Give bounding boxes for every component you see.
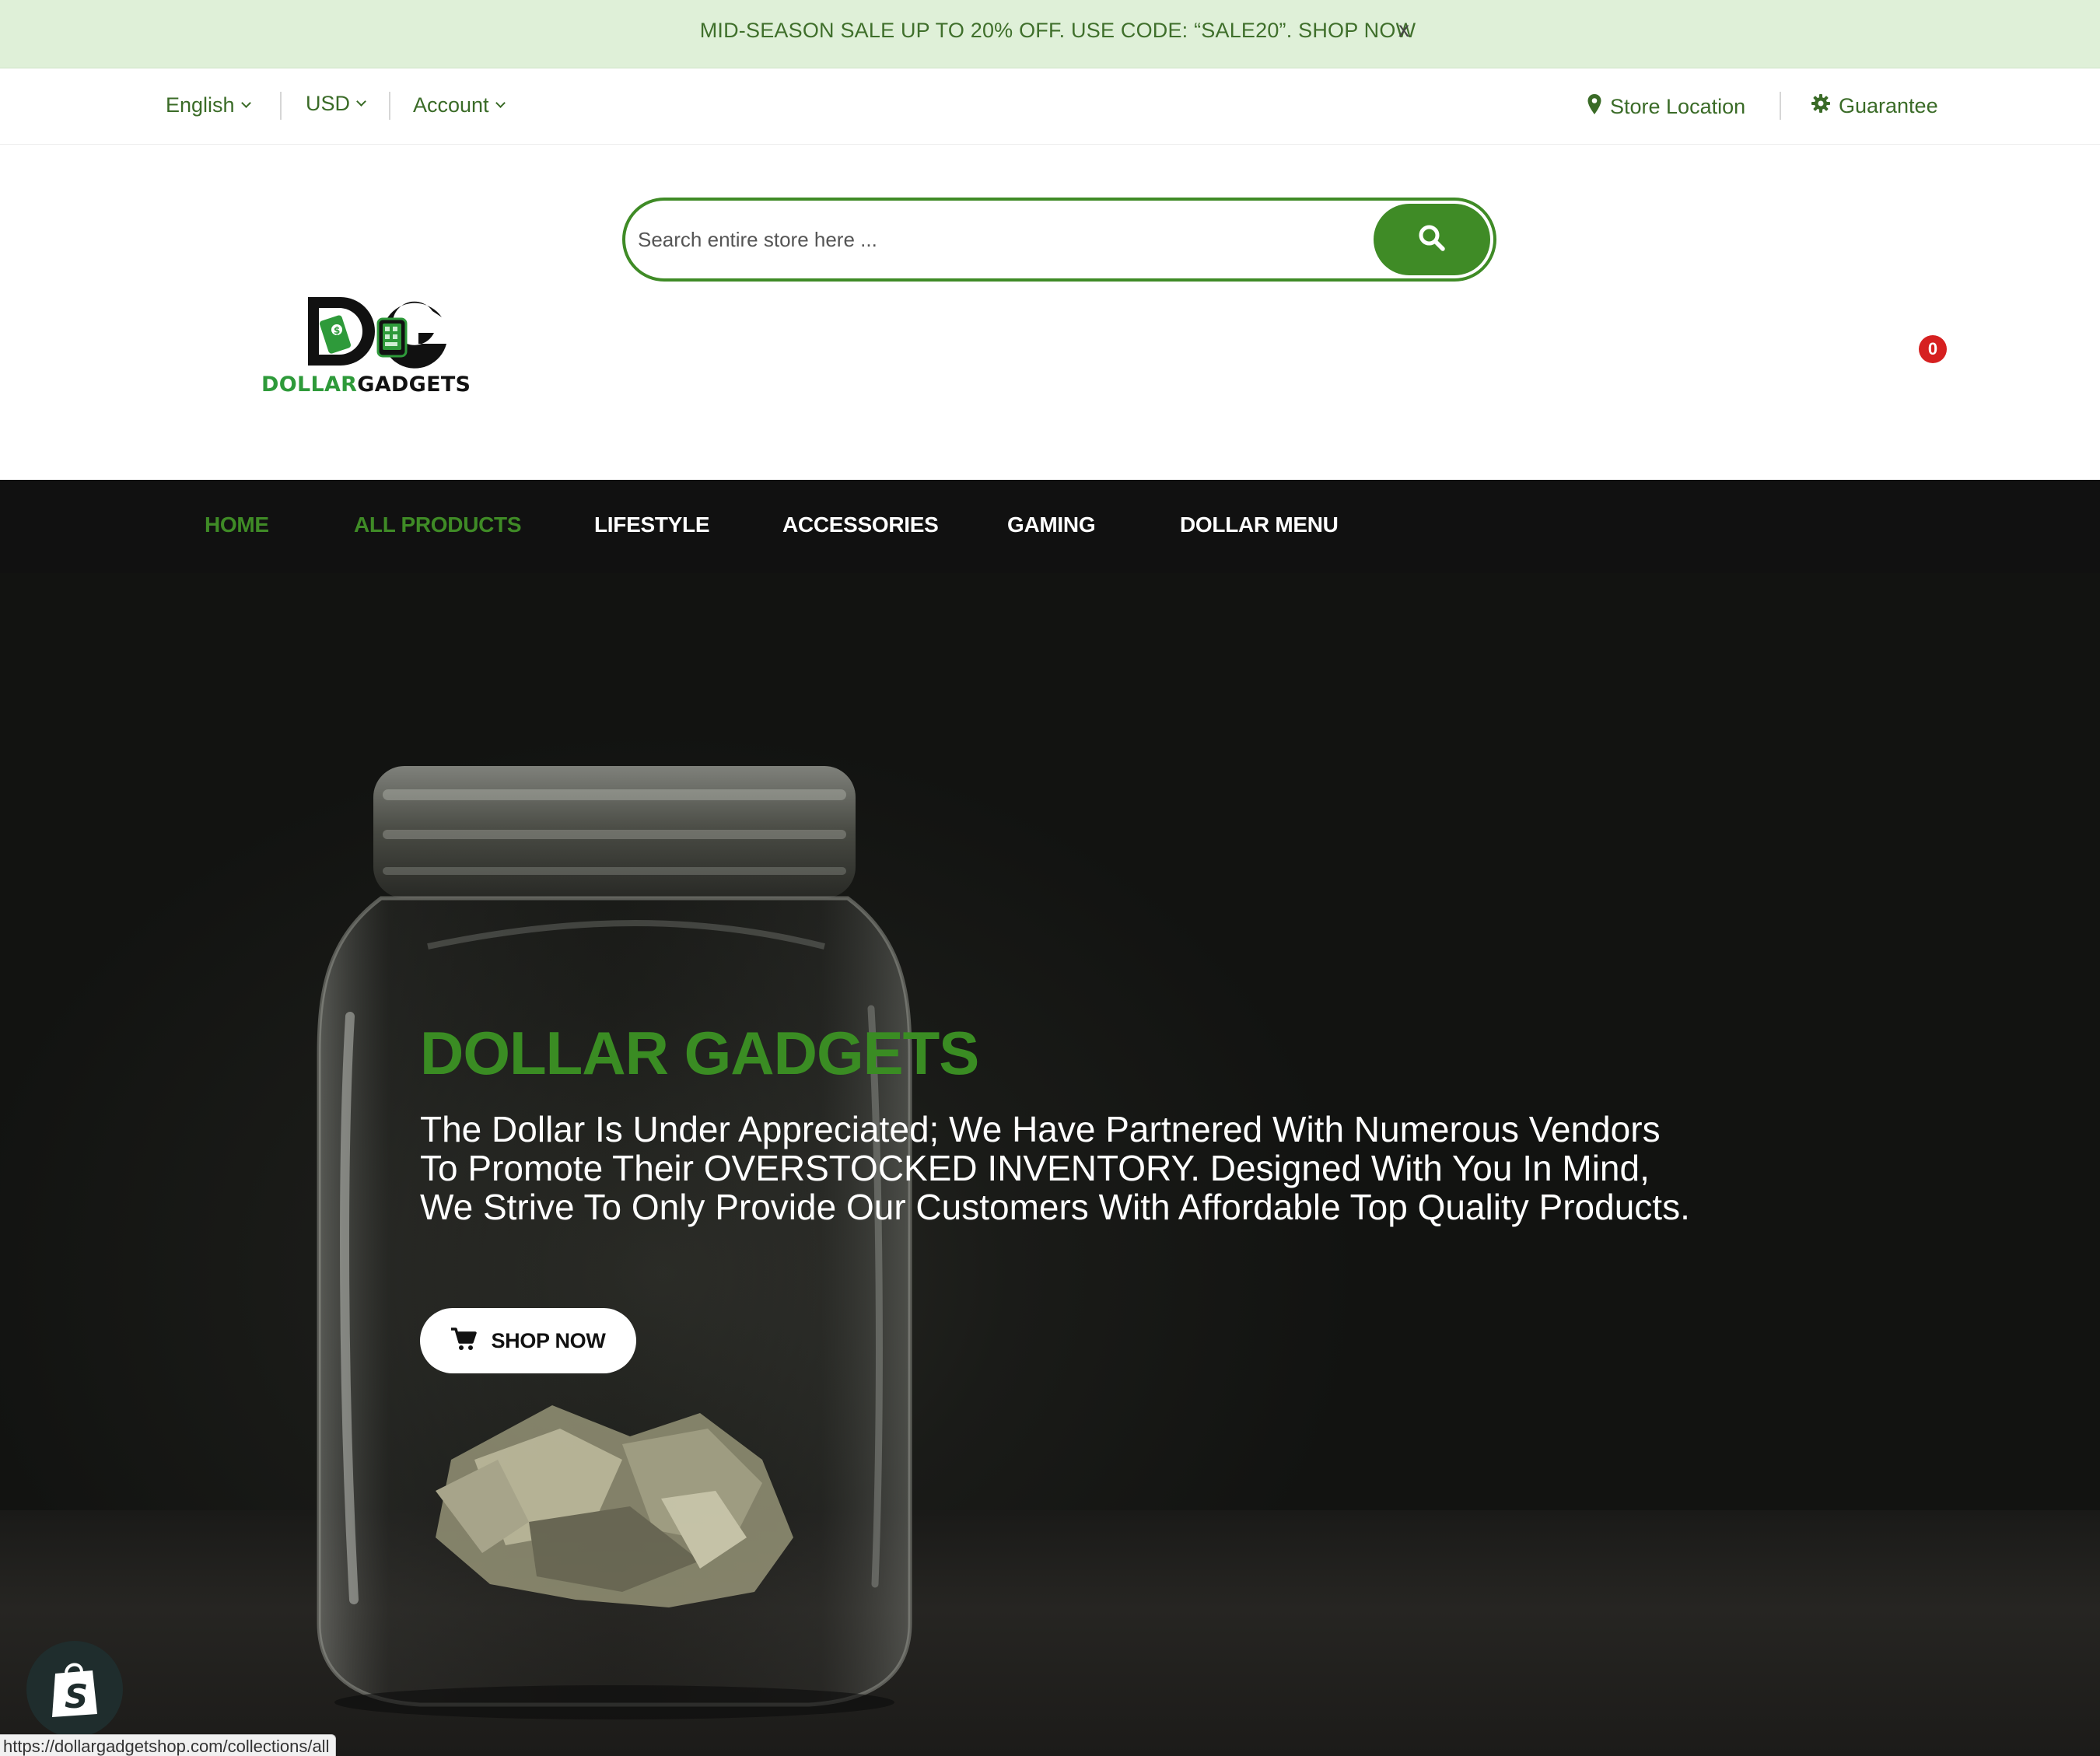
map-pin-icon (1587, 93, 1602, 121)
hero-banner: DOLLAR GADGETS The Dollar Is Under Appre… (0, 573, 2100, 1756)
cart-icon (450, 1327, 478, 1355)
svg-text:$: $ (334, 325, 340, 336)
utility-bar: English USD Account Store Location Guara… (0, 68, 2100, 145)
logo-wordmark: DOLLARGADGETS (261, 373, 471, 397)
nav-item-home[interactable]: HOME (205, 512, 269, 537)
shopping-bag-icon: S (47, 1656, 102, 1723)
language-selector[interactable]: English (166, 93, 251, 117)
nav-item-accessories[interactable]: ACCESSORIES (782, 512, 939, 537)
language-label: English (166, 93, 235, 117)
search-bar (622, 198, 1496, 282)
shop-now-button[interactable]: SHOP NOW (420, 1308, 636, 1373)
site-header: $ DOLLARGADGETS 0 (0, 145, 2100, 480)
jar-illustration (317, 766, 912, 1719)
chevron-down-icon (356, 96, 366, 107)
shopify-badge[interactable]: S (26, 1641, 123, 1737)
nav-item-dollar-menu[interactable]: DOLLAR MENU (1180, 512, 1339, 537)
search-button[interactable] (1374, 204, 1490, 275)
hero-description: The Dollar Is Under Appreciated; We Have… (420, 1109, 1690, 1227)
guarantee-link[interactable]: Guarantee (1811, 93, 1938, 119)
announcement-text[interactable]: MID-SEASON SALE UP TO 20% OFF. USE CODE:… (0, 19, 2100, 43)
account-menu[interactable]: Account (413, 93, 506, 117)
store-location-link[interactable]: Store Location (1587, 93, 1745, 121)
svg-text:S: S (65, 1677, 88, 1716)
divider (1780, 92, 1781, 120)
logo-word-dollar: DOLLAR (261, 373, 358, 397)
search-icon (1417, 223, 1447, 257)
nav-item-lifestyle[interactable]: LIFESTYLE (594, 512, 710, 537)
chevron-down-icon (240, 98, 251, 108)
announcement-close-button[interactable]: x (1398, 17, 1409, 42)
logo-word-gadgets: GADGETS (357, 373, 471, 397)
guarantee-label: Guarantee (1839, 94, 1938, 117)
cart-count-badge[interactable]: 0 (1919, 335, 1947, 363)
shop-now-label: SHOP NOW (491, 1328, 606, 1352)
hero-title: DOLLAR GADGETS (420, 1019, 979, 1087)
chevron-down-icon (495, 98, 506, 108)
divider (389, 92, 390, 120)
account-label: Account (413, 93, 489, 117)
currency-selector[interactable]: USD (306, 92, 366, 116)
nav-item-gaming[interactable]: GAMING (1007, 512, 1096, 537)
currency-label: USD (306, 92, 351, 115)
divider (280, 92, 282, 120)
announcement-bar: MID-SEASON SALE UP TO 20% OFF. USE CODE:… (0, 0, 2100, 68)
store-location-label: Store Location (1610, 95, 1746, 118)
main-nav: HOME ALL PRODUCTS LIFESTYLE ACCESSORIES … (0, 480, 2100, 573)
search-input[interactable] (638, 212, 1416, 268)
site-logo[interactable]: $ DOLLARGADGETS (261, 297, 471, 398)
logo-mark: $ (308, 297, 446, 369)
status-bar-url: https://dollargadgetshop.com/collections… (0, 1734, 337, 1756)
nav-item-all-products[interactable]: ALL PRODUCTS (354, 512, 522, 537)
gear-icon (1811, 93, 1831, 119)
